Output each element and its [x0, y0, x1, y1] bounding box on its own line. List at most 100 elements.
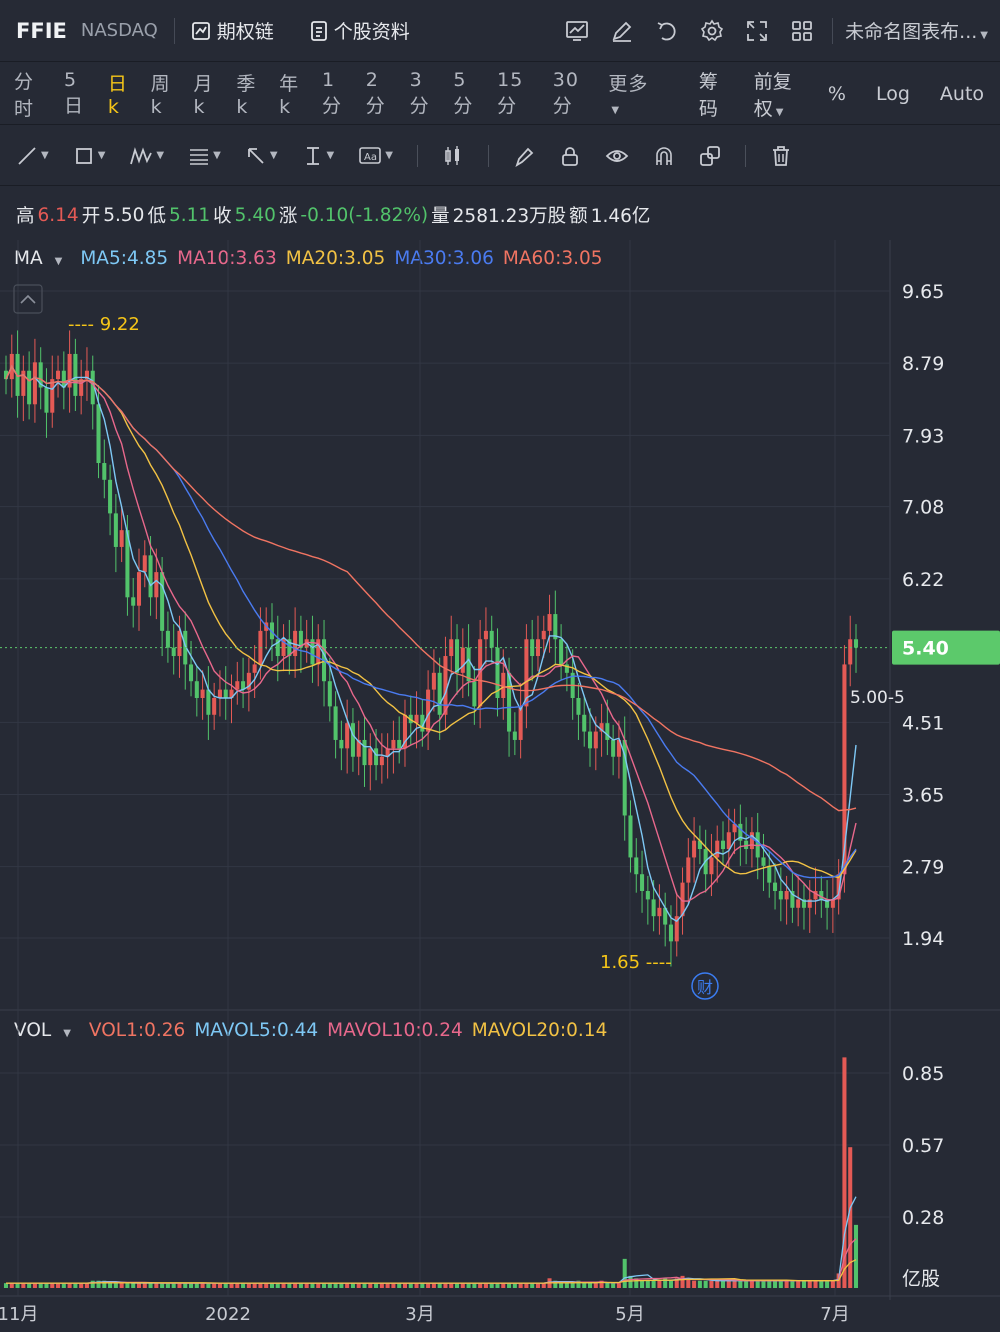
chart-icon[interactable] — [554, 19, 599, 43]
volume-bar — [697, 1280, 702, 1288]
candle-body — [651, 899, 656, 917]
divider — [173, 17, 175, 44]
candle-body — [113, 513, 118, 547]
period-tab-more[interactable]: 更多 ▼ — [608, 69, 655, 118]
candle-body — [518, 706, 523, 740]
eye-icon[interactable] — [605, 145, 629, 167]
volume-bar — [807, 1280, 812, 1288]
line-tool-icon[interactable]: ▼ — [16, 145, 49, 167]
layout-selector[interactable]: 未命名图表布... ▼ — [845, 17, 988, 44]
chips-button[interactable]: 筹码 — [699, 67, 724, 121]
magnet-icon[interactable] — [653, 145, 675, 167]
adjust-selector[interactable]: 前复权 ▼ — [754, 67, 798, 121]
time-tick-label: 3月 — [405, 1304, 434, 1325]
options-chain-label: 期权链 — [216, 21, 274, 43]
volume-bar — [79, 1283, 84, 1288]
candle-body — [32, 362, 37, 405]
candle-body — [171, 647, 176, 657]
options-chain-icon — [191, 21, 210, 40]
volume-bar — [125, 1283, 130, 1288]
period-tab-5min[interactable]: 5分 — [453, 69, 483, 118]
brush-icon[interactable] — [513, 145, 535, 167]
candlestick-chart[interactable]: 9.65 8.79 7.93 7.08 6.22 4.51 3.65 2.79 1.94 0.85… — [0, 186, 1000, 1332]
volume-bar — [559, 1283, 564, 1288]
period-tab-5day[interactable]: 5日 — [64, 69, 94, 118]
volume-bar — [796, 1280, 801, 1288]
log-toggle[interactable]: Log — [876, 83, 910, 105]
candle-body — [333, 706, 338, 740]
volume-bar — [790, 1280, 795, 1288]
rectangle-tool-icon[interactable]: ▼ — [73, 145, 105, 167]
volume-bar — [744, 1280, 749, 1288]
volume-bar — [715, 1280, 720, 1288]
auto-toggle[interactable]: Auto — [940, 83, 984, 105]
undo-icon[interactable] — [644, 19, 689, 43]
period-tab-weekly[interactable]: 周k — [151, 69, 180, 118]
period-tab-30min[interactable]: 30分 — [553, 69, 595, 118]
candle-body — [44, 387, 49, 413]
svg-text:Aa: Aa — [364, 152, 377, 163]
volume-bar — [408, 1283, 413, 1288]
candle-body — [773, 882, 778, 892]
volume-bar — [570, 1283, 575, 1288]
period-tab-2min[interactable]: 2分 — [366, 69, 396, 118]
volume-bar — [362, 1283, 367, 1288]
volume-bar — [830, 1280, 835, 1288]
candle-body — [541, 630, 546, 640]
period-tab-15min[interactable]: 15分 — [497, 69, 539, 118]
ticker-symbol: FFIE — [16, 18, 67, 43]
volume-bar — [767, 1280, 772, 1288]
options-chain-button[interactable]: 期权链 — [191, 17, 274, 44]
volume-bar — [472, 1283, 477, 1288]
period-tab-daily[interactable]: 日k — [108, 69, 137, 118]
copy-icon[interactable] — [699, 145, 721, 167]
trash-icon[interactable] — [770, 145, 792, 167]
fib-tool-icon[interactable]: ▼ — [188, 145, 221, 167]
grid-layout-icon[interactable] — [779, 19, 824, 43]
volume-bar — [778, 1280, 783, 1288]
volume-bar — [738, 1280, 743, 1288]
period-tab-monthly[interactable]: 月k — [193, 69, 222, 118]
percent-toggle[interactable]: % — [828, 83, 846, 105]
candle-body — [559, 639, 564, 665]
candle-body — [472, 681, 477, 707]
period-tab-quarterly[interactable]: 季k — [236, 69, 265, 118]
fullscreen-icon[interactable] — [734, 19, 779, 43]
candle-style-icon[interactable] — [442, 145, 464, 167]
volume-bar — [454, 1283, 460, 1288]
volume-bar — [622, 1258, 627, 1288]
period-tab-intraday[interactable]: 分时 — [14, 67, 50, 121]
candle-body — [102, 463, 107, 480]
candle-body — [761, 857, 766, 866]
candle-body — [853, 639, 859, 648]
lock-icon[interactable] — [559, 145, 581, 167]
candle-body — [524, 639, 529, 707]
arrow-tool-icon[interactable]: ▼ — [245, 145, 278, 167]
candle-body — [645, 891, 650, 900]
volume-bar — [142, 1283, 147, 1288]
pattern-tool-icon[interactable]: ▼ — [129, 145, 164, 167]
volume-tick-label: 0.85 — [902, 1063, 944, 1085]
period-tab-3min[interactable]: 3分 — [410, 69, 440, 118]
candle-body — [489, 630, 494, 648]
pencil-icon[interactable] — [599, 19, 644, 43]
volume-bar — [402, 1283, 408, 1288]
volume-bar — [194, 1283, 199, 1288]
candle-body — [108, 479, 113, 514]
text-tool-icon[interactable]: Aa ▼ — [358, 145, 393, 167]
period-tab-1min[interactable]: 1分 — [322, 69, 352, 118]
gear-icon[interactable] — [689, 19, 734, 43]
volume-bar — [32, 1283, 37, 1288]
candle-body — [194, 681, 199, 698]
volume-bar — [38, 1283, 43, 1288]
divider — [487, 144, 489, 167]
volume-bar — [154, 1283, 159, 1288]
period-tab-yearly[interactable]: 年k — [279, 69, 308, 118]
volume-bar — [437, 1283, 442, 1288]
candle-body — [426, 689, 431, 732]
volume-bar — [680, 1275, 685, 1288]
volume-bar — [339, 1283, 344, 1288]
volume-bar — [21, 1283, 26, 1288]
measure-tool-icon[interactable]: ▼ — [302, 145, 334, 167]
stock-info-button[interactable]: 个股资料 — [310, 17, 410, 44]
